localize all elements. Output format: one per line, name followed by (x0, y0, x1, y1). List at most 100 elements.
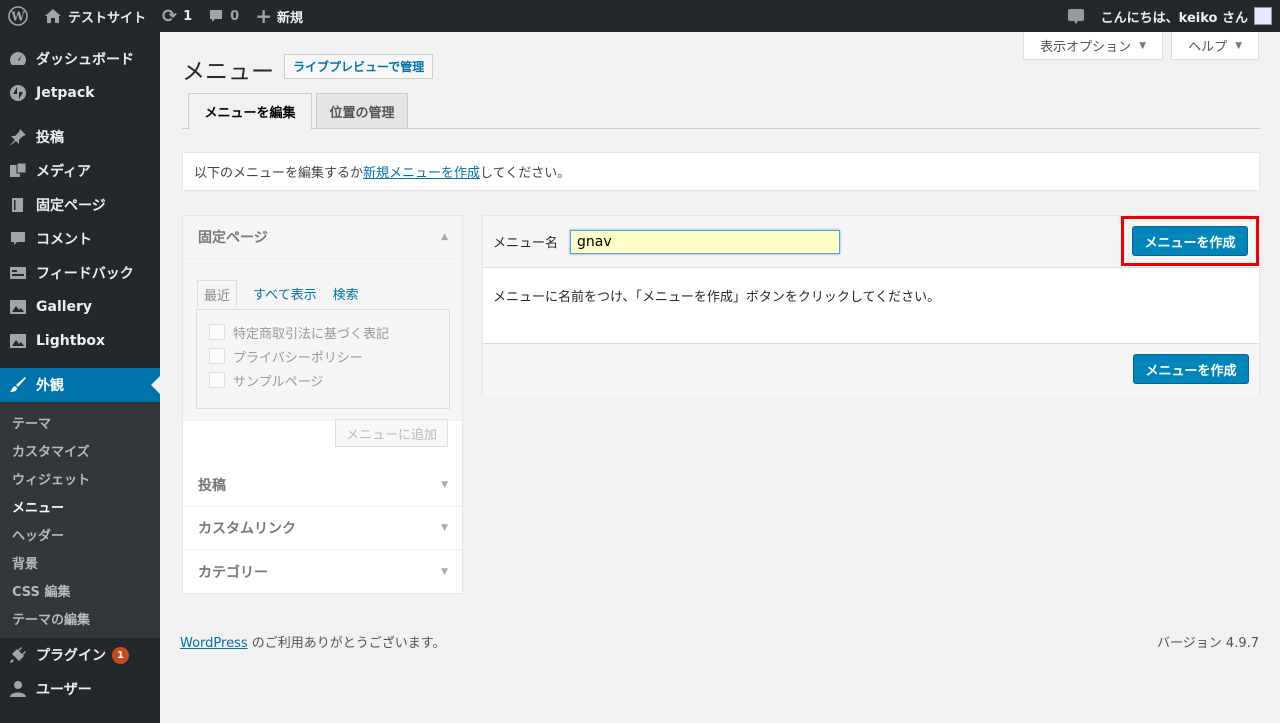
greeting: こんにちは、keiko さん (1100, 10, 1248, 26)
submenu-item-background[interactable]: 背景 (0, 548, 160, 576)
submenu-item-widgets[interactable]: ウィジェット (0, 464, 160, 492)
menu-editor-footer: メニューを作成 (483, 344, 1259, 396)
jetpack-icon (8, 83, 28, 103)
feedback-icon (8, 263, 28, 283)
avatar[interactable] (1254, 7, 1272, 25)
tab-manage-locations[interactable]: 位置の管理 (316, 93, 408, 129)
tab-edit-menus[interactable]: メニューを編集 (188, 93, 312, 130)
footer-thankyou: WordPress のご利用ありがとうございます。 (180, 632, 445, 651)
comment-icon (210, 10, 223, 22)
svg-text:W: W (10, 10, 25, 24)
list-item[interactable]: 特定商取引法に基づく表記 (209, 320, 437, 344)
new-label: 新規 (276, 10, 303, 26)
accordion-header-custom-links[interactable]: カスタムリンク ▼ (183, 507, 462, 550)
sidebar-item-label: コメント (36, 232, 92, 248)
menu-name-input[interactable]: gnav (570, 229, 841, 254)
accordion-title: 固定ページ (198, 230, 268, 246)
add-menu-items-accordion: 固定ページ ▲ 最近 すべて表示 検索 特定商取引法に基づく表記 プライバシーポ… (182, 215, 463, 594)
list-item-label: プライバシーポリシー (233, 350, 363, 366)
sidebar-item-label: フィードバック (36, 266, 134, 282)
checkbox[interactable] (209, 372, 225, 388)
updates-link[interactable]: ⟳ 1 (154, 0, 200, 32)
notification-icon[interactable] (1059, 0, 1093, 32)
notice-prefix: 以下のメニューを編集するか (194, 166, 364, 181)
submenu-item-menus[interactable]: メニュー (0, 492, 160, 520)
plus-icon: + (255, 4, 272, 28)
create-menu-button-top[interactable]: メニューを作成 (1132, 226, 1248, 256)
wordpress-logo-icon[interactable]: W (0, 0, 36, 32)
sidebar-item-label: ダッシュボード (36, 52, 134, 68)
brush-icon (8, 375, 28, 395)
updates-count: 1 (183, 8, 193, 24)
submenu-item-customize[interactable]: カスタマイズ (0, 436, 160, 464)
sidebar-item-media[interactable]: メディア (0, 154, 160, 188)
screen-options-label: 表示オプション (1040, 40, 1132, 55)
create-new-menu-link[interactable]: 新規メニューを作成 (363, 162, 480, 181)
accordion-header-categories[interactable]: カテゴリー ▼ (183, 550, 462, 593)
sidebar-item-plugins[interactable]: プラグイン 1 (0, 638, 160, 672)
sidebar-item-jetpack[interactable]: Jetpack (0, 76, 160, 110)
sidebar-item-label: プラグイン (36, 648, 106, 664)
menu-editor-header: メニュー名 gnav メニューを作成 (483, 216, 1259, 268)
sidebar-item-users[interactable]: ユーザー (0, 672, 160, 706)
sidebar-item-feedback[interactable]: フィードバック (0, 256, 160, 290)
sidebar-item-lightbox[interactable]: Lightbox (0, 324, 160, 358)
help-button[interactable]: ヘルプ ▼ (1171, 32, 1259, 60)
page-title: メニュー (182, 59, 274, 85)
manage-menus-notice: 以下のメニューを編集するか 新規メニューを作成 してください。 (182, 152, 1260, 191)
lightbox-icon (8, 331, 28, 351)
list-item[interactable]: プライバシーポリシー (209, 344, 437, 368)
create-menu-button-bottom[interactable]: メニューを作成 (1133, 354, 1249, 384)
sidebar-item-label: Jetpack (36, 85, 95, 101)
caret-down-icon: ▼ (441, 566, 448, 577)
submenu-item-css-edit[interactable]: CSS 編集 (0, 576, 160, 604)
sidebar-item-label: Lightbox (36, 333, 106, 349)
submenu-item-header[interactable]: ヘッダー (0, 520, 160, 548)
sidebar-item-appearance[interactable]: 外観 (0, 368, 160, 402)
sidebar-item-dashboard[interactable]: ダッシュボード (0, 42, 160, 76)
menu-name-label: メニュー名 (493, 236, 559, 251)
media-icon (8, 161, 28, 181)
checkbox[interactable] (209, 324, 225, 340)
screen-meta-links: 表示オプション ▼ ヘルプ ▼ (1015, 32, 1259, 60)
sidebar-item-label: 投稿 (36, 130, 64, 146)
tab-view-all[interactable]: すべて表示 (253, 284, 317, 308)
home-icon (45, 9, 61, 23)
comment-icon (8, 229, 28, 249)
plugin-update-badge: 1 (112, 646, 129, 664)
accordion-section-pages: 固定ページ ▲ 最近 すべて表示 検索 特定商取引法に基づく表記 プライバシーポ… (183, 216, 462, 447)
dashboard-icon (8, 49, 28, 69)
submenu-item-themes[interactable]: テーマ (0, 408, 160, 436)
sidebar-item-comments[interactable]: コメント (0, 222, 160, 256)
new-content-link[interactable]: + 新規 (247, 0, 311, 32)
site-name-link[interactable]: テストサイト (36, 0, 154, 32)
caret-up-icon: ▲ (441, 232, 448, 242)
submenu-item-theme-editor[interactable]: テーマの編集 (0, 604, 160, 632)
live-preview-button[interactable]: ライブプレビューで管理 (284, 54, 434, 79)
screen-options-button[interactable]: 表示オプション ▼ (1023, 32, 1164, 60)
checkbox[interactable] (209, 348, 225, 364)
footer-thanks-text: のご利用ありがとうございます。 (247, 636, 446, 651)
sidebar-item-posts[interactable]: 投稿 (0, 120, 160, 154)
caret-down-icon: ▼ (441, 480, 448, 490)
notice-suffix: してください。 (480, 166, 571, 181)
my-account-link[interactable]: こんにちは、keiko さん (1093, 0, 1248, 32)
admin-bar: W テストサイト ⟳ 1 0 + 新規 こんにちは、keiko さん (0, 0, 1280, 32)
caret-down-icon: ▼ (1139, 40, 1147, 51)
appearance-submenu: テーマ カスタマイズ ウィジェット メニュー ヘッダー 背景 CSS 編集 テー… (0, 402, 160, 638)
caret-down-icon: ▼ (441, 523, 448, 533)
comments-link[interactable]: 0 (200, 0, 247, 32)
wordpress-link[interactable]: WordPress (180, 636, 248, 651)
add-to-menu-button[interactable]: メニューに追加 (334, 419, 448, 447)
tab-recent[interactable]: 最近 (197, 280, 238, 308)
list-item[interactable]: サンプルページ (209, 368, 437, 392)
menu-instruction: メニューに名前をつけ、「メニューを作成」ボタンをクリックしてください。 (483, 268, 1259, 344)
sidebar-item-pages[interactable]: 固定ページ (0, 188, 160, 222)
sidebar-item-label: 外観 (36, 378, 64, 394)
accordion-header-posts[interactable]: 投稿 ▼ (183, 464, 462, 507)
site-name: テストサイト (68, 10, 147, 26)
tab-search[interactable]: 検索 (333, 284, 359, 308)
sidebar-item-gallery[interactable]: Gallery (0, 290, 160, 324)
accordion-header-pages[interactable]: 固定ページ ▲ (183, 216, 462, 259)
sidebar-item-label: 固定ページ (36, 198, 106, 214)
